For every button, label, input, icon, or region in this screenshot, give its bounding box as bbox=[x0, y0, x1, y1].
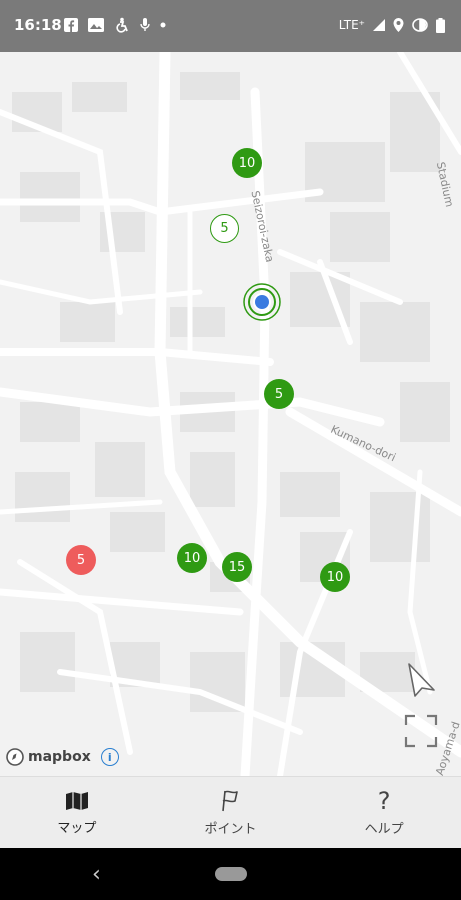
system-status: LTE⁺ bbox=[339, 14, 445, 36]
user-location-icon bbox=[243, 283, 281, 321]
battery-icon bbox=[436, 17, 445, 33]
nav-item-points[interactable]: ポイント bbox=[154, 777, 308, 849]
mapbox-attribution[interactable]: mapbox i bbox=[6, 748, 119, 766]
status-time: 16:18 bbox=[14, 16, 62, 34]
data-saver-icon bbox=[412, 18, 428, 32]
back-icon[interactable]: ‹ bbox=[92, 862, 101, 887]
point-marker[interactable]: 5 bbox=[66, 545, 96, 575]
mic-icon bbox=[140, 18, 150, 31]
flag-icon bbox=[221, 790, 238, 811]
dot-icon bbox=[160, 22, 166, 28]
network-label: LTE⁺ bbox=[338, 18, 365, 32]
point-marker[interactable]: 10 bbox=[232, 148, 262, 178]
notification-icons bbox=[64, 14, 166, 36]
gallery-icon bbox=[88, 18, 104, 32]
point-marker[interactable]: 10 bbox=[177, 543, 207, 573]
map-streets bbox=[0, 52, 461, 776]
mapbox-logo-icon bbox=[6, 748, 24, 766]
help-icon: ? bbox=[377, 786, 391, 815]
location-icon bbox=[393, 18, 404, 32]
point-marker[interactable]: 5 bbox=[264, 379, 294, 409]
fullscreen-icon[interactable] bbox=[404, 714, 438, 748]
bottom-navigation: マップ ポイント ? ヘルプ bbox=[0, 776, 461, 849]
mapbox-label: mapbox bbox=[28, 749, 91, 765]
map-view[interactable]: Seizoroi-zaka Kumano-dori Stadium Aoyama… bbox=[0, 52, 461, 776]
signal-icon bbox=[373, 19, 385, 31]
status-bar: 16:18 LTE⁺ bbox=[0, 0, 461, 52]
nav-item-help[interactable]: ? ヘルプ bbox=[307, 777, 461, 849]
accessibility-icon bbox=[116, 17, 128, 33]
facebook-icon bbox=[64, 18, 78, 32]
system-navigation-bar: ‹ bbox=[0, 848, 461, 900]
navigation-arrow-icon[interactable] bbox=[404, 660, 438, 698]
map-icon bbox=[65, 791, 88, 810]
home-pill-icon[interactable] bbox=[215, 867, 247, 881]
info-icon[interactable]: i bbox=[100, 748, 119, 766]
nav-label-points: ポイント bbox=[204, 821, 257, 837]
nav-item-map[interactable]: マップ bbox=[0, 777, 154, 849]
nav-label-help: ヘルプ bbox=[364, 821, 404, 837]
point-marker[interactable]: 5 bbox=[210, 214, 239, 243]
nav-label-map: マップ bbox=[57, 820, 97, 836]
point-marker[interactable]: 10 bbox=[320, 562, 350, 592]
point-marker[interactable]: 15 bbox=[222, 552, 252, 582]
